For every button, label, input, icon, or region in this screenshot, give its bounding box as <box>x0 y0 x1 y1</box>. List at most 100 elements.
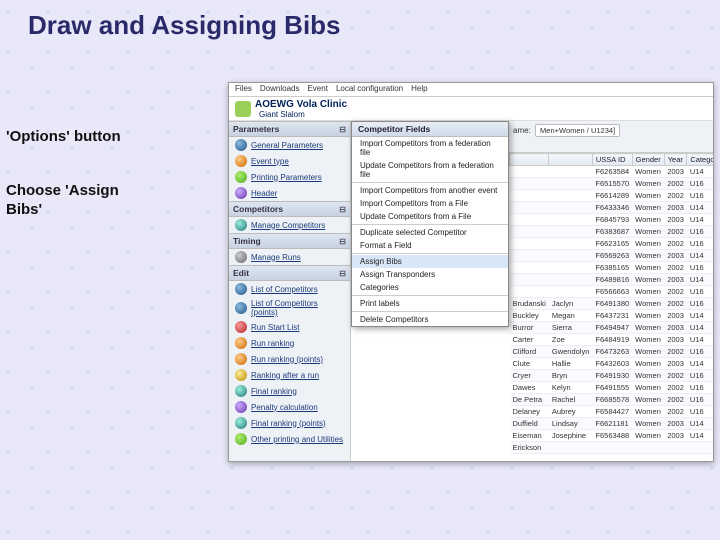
brand-bar: AOEWG Vola Clinic Giant Slalom <box>229 97 713 121</box>
sidebar-item-manage-competitors[interactable]: Manage Competitors <box>229 217 350 233</box>
menubar: Files Downloads Event Local configuration He… <box>229 83 713 97</box>
menu-event[interactable]: Event <box>307 84 327 95</box>
filter-bar: ame: Men+Women / U1234] <box>509 121 713 153</box>
sidebar-item-list-of-competitors[interactable]: List of Competitors <box>229 281 350 297</box>
filter-chip[interactable]: Men+Women / U1234] <box>535 124 620 137</box>
sidebar-item-header[interactable]: Header <box>229 185 350 201</box>
table-row[interactable]: EisemanJosephineF6563488Women2003U14Far … <box>510 430 714 442</box>
table-row[interactable]: De PetraRachelF6685578Women2002U16Far We… <box>510 394 714 406</box>
brand-title: AOEWG Vola Clinic <box>255 99 347 110</box>
sidebar-section-timing[interactable]: Timing⊟ <box>229 233 350 249</box>
table-row[interactable]: F6623165Women2002U16Far West <box>510 238 714 250</box>
sidebar-item-penalty-calculation[interactable]: Penalty calculation <box>229 399 350 415</box>
sidebar-item-general-parameters[interactable]: General Parameters <box>229 137 350 153</box>
collapse-icon[interactable]: ⊟ <box>339 125 346 134</box>
collapse-icon[interactable]: ⊟ <box>339 205 346 214</box>
menu-downloads[interactable]: Downloads <box>260 84 300 95</box>
sidebar-icon <box>235 401 247 413</box>
column-header[interactable]: Category <box>687 154 713 166</box>
sidebar-item-ranking-after-a-run[interactable]: Ranking after a run <box>229 367 350 383</box>
sidebar-item-list-of-competitors-points-[interactable]: List of Competitors (points) <box>229 297 350 319</box>
table-row[interactable]: F6566663Women2002U16Far West <box>510 286 714 298</box>
table-row[interactable]: DuffieldLindsayF6621181Women2003U14Far W… <box>510 418 714 430</box>
sidebar-icon <box>235 417 247 429</box>
menu-item-import-competitors-from-a-federation-file[interactable]: Import Competitors from a federation fil… <box>352 137 508 159</box>
sidebar-icon <box>235 321 247 333</box>
menu-item-import-competitors-from-a-file[interactable]: Import Competitors from a File <box>352 197 508 210</box>
table-row[interactable]: F6845793Women2003U14Far West <box>510 214 714 226</box>
table-row[interactable]: F6433346Women2003U14Far West <box>510 202 714 214</box>
sidebar-item-event-type[interactable]: Event type <box>229 153 350 169</box>
menu-item-categories[interactable]: Categories <box>352 281 508 294</box>
table-row[interactable]: BurrorSierraF6494947Women2003U14Far West <box>510 322 714 334</box>
sidebar-item-final-ranking-points-[interactable]: Final ranking (points) <box>229 415 350 431</box>
sidebar-icon <box>235 337 247 349</box>
sidebar-item-run-ranking[interactable]: Run ranking <box>229 335 350 351</box>
menu-item-format-a-field[interactable]: Format a Field <box>352 239 508 252</box>
menu-files[interactable]: Files <box>235 84 252 95</box>
sidebar-icon <box>235 219 247 231</box>
sidebar-icon <box>235 251 247 263</box>
sidebar-item-manage-runs[interactable]: Manage Runs <box>229 249 350 265</box>
brand-subtitle: Giant Slalom <box>259 110 347 119</box>
menu-item-assign-bibs[interactable]: Assign Bibs <box>352 255 508 268</box>
table-row[interactable]: Erickson <box>510 442 714 454</box>
table-row[interactable]: CluteHallieF6432603Women2003U14Far West <box>510 358 714 370</box>
table-row[interactable]: CarterZoeF6484919Women2003U14Far West <box>510 334 714 346</box>
sidebar-icon <box>235 369 247 381</box>
menu-item-update-competitors-from-a-file[interactable]: Update Competitors from a File <box>352 210 508 223</box>
table-row[interactable]: CliffordGwendolynF6473263Women2002U16Far… <box>510 346 714 358</box>
table-row[interactable]: CryerBrynF6491930Women2002U16Far West <box>510 370 714 382</box>
menu-item-duplicate-selected-competitor[interactable]: Duplicate selected Competitor <box>352 226 508 239</box>
table-row[interactable]: F6383687Women2002U16Far West <box>510 226 714 238</box>
options-dropdown: Competitor Fields Import Competitors fro… <box>351 121 509 327</box>
sidebar-item-run-ranking-points-[interactable]: Run ranking (points) <box>229 351 350 367</box>
main-panel: Competitor Fields Import Competitors fro… <box>351 121 713 461</box>
collapse-icon[interactable]: ⊟ <box>339 269 346 278</box>
menu-item-delete-competitors[interactable]: Delete Competitors <box>352 313 508 326</box>
instruction-1: 'Options' button <box>6 128 121 145</box>
table-row[interactable]: F6385165Women2002U16Far West <box>510 262 714 274</box>
sidebar-icon <box>235 302 247 314</box>
sidebar-section-parameters[interactable]: Parameters⊟ <box>229 121 350 137</box>
table-row[interactable]: F6263584Women2003U14Far West <box>510 166 714 178</box>
sidebar-icon <box>235 187 247 199</box>
column-header[interactable]: Gender <box>632 154 664 166</box>
slide-title: Draw and Assigning Bibs <box>28 10 341 41</box>
sidebar-section-edit[interactable]: Edit⊟ <box>229 265 350 281</box>
sidebar-icon <box>235 139 247 151</box>
sidebar-icon <box>235 155 247 167</box>
collapse-icon[interactable]: ⊟ <box>339 237 346 246</box>
filter-label: ame: <box>513 126 531 135</box>
table-row[interactable]: DelaneyAubreyF6584427Women2002U16Far Wes… <box>510 406 714 418</box>
table-row[interactable]: BuckleyMeganF6437231Women2003U14Far West <box>510 310 714 322</box>
instruction-2b: Bibs' <box>6 201 42 218</box>
menu-item-assign-transponders[interactable]: Assign Transponders <box>352 268 508 281</box>
sidebar-item-run-start-list[interactable]: Run Start List <box>229 319 350 335</box>
table-row[interactable]: F6569263Women2003U14Far West <box>510 250 714 262</box>
table-row[interactable]: BrudanskiJaclynF6491380Women2002U16Far W… <box>510 298 714 310</box>
sidebar-section-competitors[interactable]: Competitors⊟ <box>229 201 350 217</box>
sidebar-item-final-ranking[interactable]: Final ranking <box>229 383 350 399</box>
column-header[interactable] <box>510 154 549 166</box>
sidebar-icon <box>235 433 247 445</box>
menu-item-import-competitors-from-another-event[interactable]: Import Competitors from another event <box>352 184 508 197</box>
menu-local-configuration[interactable]: Local configuration <box>336 84 403 95</box>
app-logo-icon <box>235 101 251 117</box>
sidebar-item-printing-parameters[interactable]: Printing Parameters <box>229 169 350 185</box>
sidebar-icon <box>235 385 247 397</box>
table-row[interactable]: F6614289Women2002U16Far West <box>510 190 714 202</box>
column-header[interactable]: USSA ID <box>592 154 632 166</box>
menu-item-update-competitors-from-a-federation-file[interactable]: Update Competitors from a federation fil… <box>352 159 508 181</box>
sidebar-item-other-printing-and-utilities[interactable]: Other printing and Utilities <box>229 431 350 447</box>
competitor-grid[interactable]: USSA IDGenderYearCategoryRegionF6263584W… <box>509 153 713 461</box>
table-row[interactable]: F6515570Women2002U16Far West <box>510 178 714 190</box>
column-header[interactable]: Year <box>664 154 687 166</box>
menu-item-print-labels[interactable]: Print labels <box>352 297 508 310</box>
table-row[interactable]: DawesKelynF6491555Women2002U16Far West <box>510 382 714 394</box>
menu-help[interactable]: Help <box>411 84 427 95</box>
app-window: Files Downloads Event Local configuration He… <box>228 82 714 462</box>
instruction-2a: Choose 'Assign <box>6 182 119 199</box>
table-row[interactable]: F6489816Women2003U14Far West <box>510 274 714 286</box>
column-header[interactable] <box>549 154 593 166</box>
